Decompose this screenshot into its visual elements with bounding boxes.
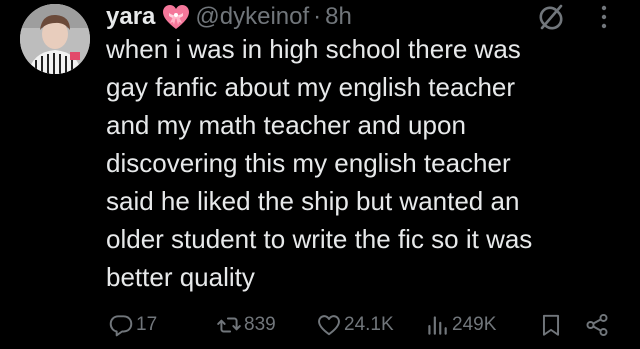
reply-count: 17 (136, 314, 158, 335)
views-icon (428, 316, 447, 335)
retweet-button[interactable]: 839 (216, 310, 276, 340)
avatar[interactable] (20, 4, 90, 74)
views-button[interactable]: 249K (424, 310, 496, 340)
timestamp[interactable]: 8h (325, 3, 352, 31)
reply-button[interactable]: 17 (108, 310, 157, 340)
tweet[interactable]: yara @dykeinof · 8h when i was in high s… (0, 0, 640, 349)
tweet-text: when i was in high school there was gay … (106, 34, 533, 292)
retweet-count: 839 (244, 314, 276, 335)
grok-icon[interactable] (534, 0, 568, 34)
like-count: 24.1K (344, 314, 394, 335)
avatar-image (20, 4, 90, 74)
share-button[interactable] (584, 310, 610, 340)
share-icon (586, 313, 608, 337)
action-bar: 17 839 24.1K 249K (106, 310, 636, 340)
like-button[interactable]: 24.1K (316, 310, 394, 340)
retweet-icon (217, 317, 241, 333)
more-vertical-icon[interactable] (596, 2, 612, 32)
heart-with-ribbon-icon (161, 3, 191, 31)
separator-dot: · (313, 3, 322, 30)
bookmark-button[interactable] (538, 310, 564, 340)
display-name[interactable]: yara (106, 3, 155, 31)
tweet-header: yara @dykeinof · 8h (106, 2, 352, 32)
user-handle[interactable]: @dykeinof (195, 3, 309, 31)
reply-icon (109, 315, 133, 337)
like-icon (318, 315, 340, 336)
bookmark-icon (542, 314, 560, 336)
views-count: 249K (452, 314, 497, 335)
